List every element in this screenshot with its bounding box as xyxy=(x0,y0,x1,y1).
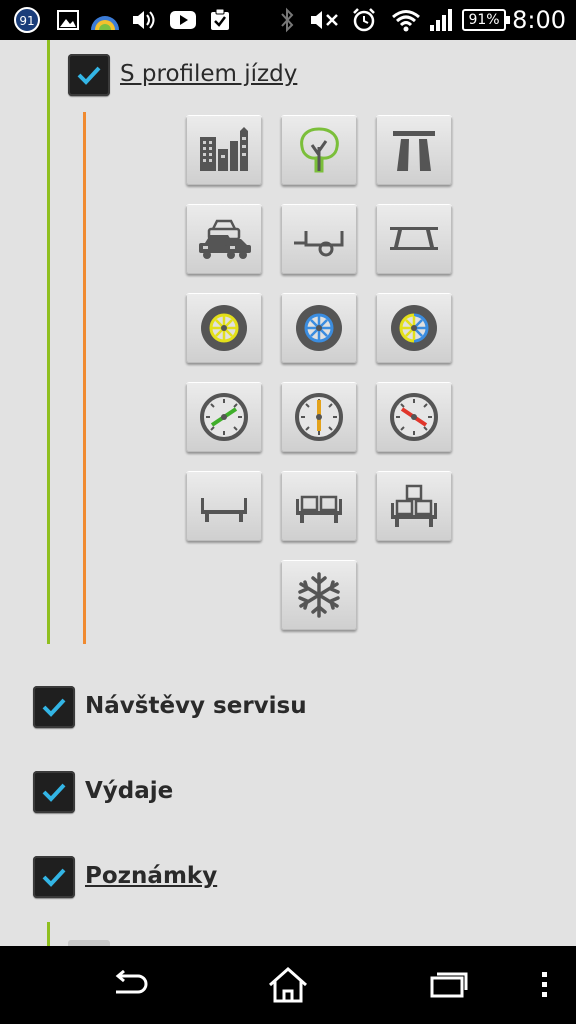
overflow-menu-button[interactable] xyxy=(524,946,564,1024)
battery-level: 91% xyxy=(468,12,500,28)
green-tree-line xyxy=(47,40,50,644)
recent-apps-button[interactable] xyxy=(408,946,488,1024)
load-full-icon xyxy=(391,484,437,527)
notification-badge-count: 91 xyxy=(19,14,34,28)
speed-low-gauge-icon xyxy=(200,393,248,441)
highway-icon xyxy=(393,131,435,171)
speed-medium-gauge-icon xyxy=(295,393,343,441)
check-mark-icon xyxy=(42,868,66,887)
bluetooth-icon xyxy=(276,6,298,34)
battery-icon: 91% xyxy=(462,9,510,31)
countryside-tile[interactable] xyxy=(281,115,357,185)
roof-rack-tile[interactable] xyxy=(376,204,452,274)
clipboard-check-icon xyxy=(206,6,234,34)
load-medium-icon xyxy=(296,495,342,523)
youtube-icon xyxy=(168,6,198,34)
check-mark-icon xyxy=(42,783,66,802)
weather-icon xyxy=(88,6,122,34)
filter-list[interactable]: S profilem jízdy Návštěvy servisu Výdaje… xyxy=(0,40,576,946)
summer-tire-icon xyxy=(201,305,247,351)
expenses-label[interactable]: Výdaje xyxy=(85,778,173,804)
speed-high-gauge-icon xyxy=(390,393,438,441)
highway-tile[interactable] xyxy=(376,115,452,185)
load-empty-tile[interactable] xyxy=(186,471,262,541)
navigation-bar xyxy=(0,946,576,1024)
allseason-tire-tile[interactable] xyxy=(376,293,452,363)
city-tile[interactable] xyxy=(186,115,262,185)
trailer-tile[interactable] xyxy=(281,204,357,274)
clock: 8:00 xyxy=(512,6,566,34)
notes-label[interactable]: Poznámky xyxy=(85,863,217,889)
check-mark-icon xyxy=(77,66,101,85)
notification-badge-icon: 91 xyxy=(12,6,42,34)
trailer-icon xyxy=(294,231,344,257)
allseason-tire-icon xyxy=(391,305,437,351)
traffic-cars-icon xyxy=(199,219,251,259)
traffic-tile[interactable] xyxy=(186,204,262,274)
speed-high-tile[interactable] xyxy=(376,382,452,452)
summer-tire-tile[interactable] xyxy=(186,293,262,363)
home-button[interactable] xyxy=(248,946,328,1024)
mute-icon xyxy=(308,6,342,34)
winter-tire-icon xyxy=(296,305,342,351)
drive-profile-label[interactable]: S profilem jízdy xyxy=(120,61,297,87)
load-empty-icon xyxy=(201,498,247,522)
service-visits-checkbox[interactable] xyxy=(33,686,75,728)
roof-rack-icon xyxy=(390,227,438,250)
alarm-icon xyxy=(350,6,378,34)
service-visits-label[interactable]: Návštěvy servisu xyxy=(85,693,307,719)
check-mark-icon xyxy=(42,698,66,717)
speed-low-tile[interactable] xyxy=(186,382,262,452)
air-conditioning-tile[interactable] xyxy=(281,560,357,630)
image-icon xyxy=(56,6,80,34)
load-medium-tile[interactable] xyxy=(281,471,357,541)
countryside-tree-icon xyxy=(300,127,339,173)
back-button[interactable] xyxy=(90,946,170,1024)
winter-tire-tile[interactable] xyxy=(281,293,357,363)
notes-checkbox[interactable] xyxy=(33,856,75,898)
speed-medium-tile[interactable] xyxy=(281,382,357,452)
wifi-icon xyxy=(390,6,422,34)
expenses-checkbox[interactable] xyxy=(33,771,75,813)
drive-profile-checkbox[interactable] xyxy=(68,54,110,96)
green-tree-line-lower xyxy=(47,922,50,946)
volume-icon xyxy=(130,6,158,34)
status-bar: 91 91% 8:00 xyxy=(0,0,576,40)
orange-tree-line xyxy=(83,112,86,644)
home-icon xyxy=(269,966,307,1003)
back-icon xyxy=(115,970,148,994)
signal-icon xyxy=(428,6,456,34)
overflow-menu-icon xyxy=(542,972,547,997)
load-full-tile[interactable] xyxy=(376,471,452,541)
air-conditioning-snowflake-icon xyxy=(298,572,340,618)
city-icon xyxy=(200,127,248,171)
recent-apps-icon xyxy=(430,972,468,998)
